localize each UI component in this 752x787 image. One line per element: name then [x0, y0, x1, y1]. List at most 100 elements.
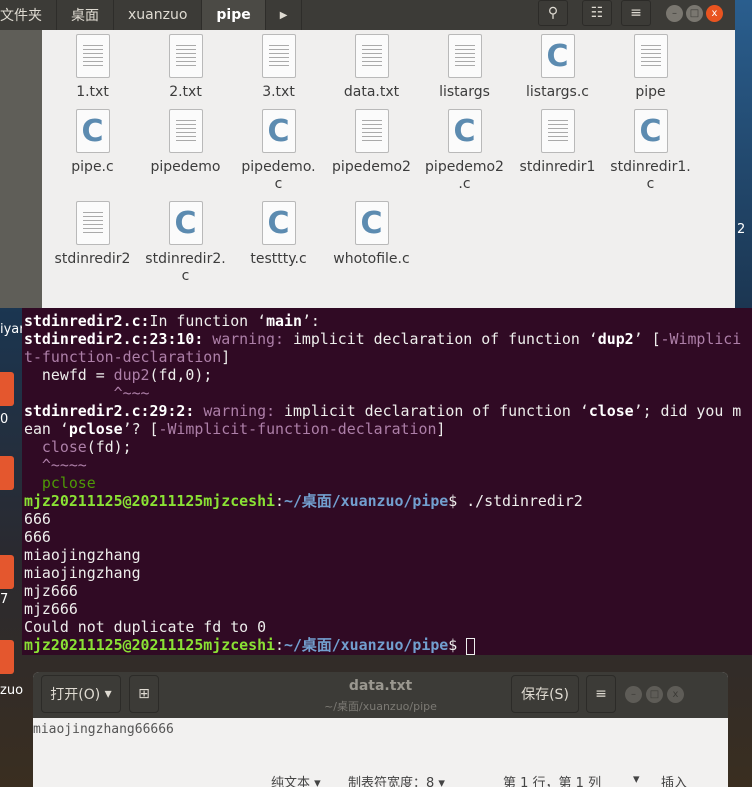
file-item[interactable]: stdinredir1. c — [604, 109, 697, 193]
file-item[interactable]: pipedemo — [139, 109, 232, 193]
terminal-line: mjz20211125@20211125mjzceshi:~/桌面/xuanzu… — [24, 492, 752, 510]
terminal-text: ] — [221, 348, 231, 366]
file-item[interactable]: pipe.c — [46, 109, 139, 193]
terminal-text: ~/桌面/xuanzuo/pipe — [284, 492, 449, 510]
breadcrumb-forward-arrow-icon[interactable]: ▶ — [266, 0, 303, 30]
desktop-folder-icon[interactable] — [0, 555, 14, 589]
file-name: testtty.c — [250, 251, 307, 267]
file-manager-headerbar: 文件夹 桌面 xuanzuo pipe ▶ ⚲ ☷ ≡ – □ x — [0, 0, 735, 30]
terminal-text: implicit declaration of function ‘ — [292, 330, 598, 348]
file-item[interactable]: pipe — [604, 34, 697, 101]
file-item[interactable]: stdinredir2 — [46, 201, 139, 285]
terminal-line: t-function-declaration] — [24, 348, 752, 366]
file-item[interactable]: pipedemo2 — [325, 109, 418, 193]
file-item[interactable]: 3.txt — [232, 34, 325, 101]
text-file-icon — [75, 34, 110, 78]
file-name: 3.txt — [262, 84, 295, 100]
terminal-text: ] — [436, 420, 446, 438]
menu-icon[interactable]: ≡ — [621, 0, 651, 26]
file-item[interactable]: pipedemo. c — [232, 109, 325, 193]
terminal-text: ’; did you m — [633, 402, 742, 420]
maximize-icon[interactable]: □ — [686, 5, 703, 22]
desktop-folder-icon[interactable] — [0, 640, 14, 674]
terminal-line: 666 — [24, 528, 752, 546]
terminal-line: miaojingzhang — [24, 546, 752, 564]
file-item[interactable]: 1.txt — [46, 34, 139, 101]
search-icon[interactable]: ⚲ — [538, 0, 568, 26]
file-item[interactable]: stdinredir2. c — [139, 201, 232, 285]
terminal-text: implicit declaration of function ‘ — [284, 402, 589, 420]
text-file-icon — [540, 109, 575, 153]
terminal-text: t-function-declaration — [24, 348, 222, 366]
terminal-text: warning: — [203, 402, 284, 420]
terminal-text: In function ‘ — [149, 312, 267, 330]
file-name: pipe.c — [71, 159, 114, 175]
close-icon[interactable]: x — [706, 5, 723, 22]
file-name: stdinredir1. c — [610, 159, 691, 192]
terminal-text: main — [266, 312, 302, 330]
list-view-icon[interactable]: ☷ — [582, 0, 612, 26]
desktop-folder-icon[interactable] — [0, 456, 14, 490]
file-item[interactable]: stdinredir1 — [511, 109, 604, 193]
terminal-line: ean ‘pclose’? [-Wimplicit-function-decla… — [24, 420, 752, 438]
breadcrumb-desktop[interactable]: 桌面 — [57, 0, 114, 30]
terminal-line: mjz666 — [24, 582, 752, 600]
desktop-label: 7 — [0, 592, 9, 607]
minimize-icon[interactable]: – — [625, 686, 642, 703]
terminal-line: Could not duplicate fd to 0 — [24, 618, 752, 636]
terminal-text: stdinredir2.c:29:2: — [24, 402, 204, 420]
close-icon[interactable]: x — [667, 686, 684, 703]
file-item[interactable]: pipedemo2 .c — [418, 109, 511, 193]
gedit-window: 打开(O) ▾ ⊞ data.txt ~/桌面/xuanzuo/pipe 保存(… — [33, 672, 728, 787]
file-name: whotofile.c — [333, 251, 410, 267]
syntax-selector[interactable]: 纯文本 ▾ — [271, 772, 321, 787]
minimize-icon[interactable]: – — [666, 5, 683, 22]
text-file-icon — [168, 109, 203, 153]
save-button[interactable]: 保存(S) — [511, 675, 579, 713]
terminal-text: stdinredir2.c: — [24, 312, 150, 330]
breadcrumb-folder[interactable]: 文件夹 — [0, 0, 57, 30]
file-item[interactable]: testtty.c — [232, 201, 325, 285]
file-item[interactable]: 2.txt — [139, 34, 232, 101]
file-item[interactable]: data.txt — [325, 34, 418, 101]
cursor-position[interactable]: 第 1 行，第 1 列 — [503, 772, 601, 787]
terminal-text: ^~~~ — [24, 384, 150, 402]
desktop-label: 0 — [0, 412, 9, 427]
terminal-text: pclose — [68, 420, 123, 438]
terminal-line: close(fd); — [24, 438, 752, 456]
maximize-icon[interactable]: □ — [646, 686, 663, 703]
c-source-file-icon — [354, 201, 389, 245]
terminal-text: miaojingzhang — [24, 546, 141, 564]
terminal-line: 666 — [24, 510, 752, 528]
terminal-text: $ ./stdinredir2 — [448, 492, 583, 510]
menu-icon[interactable]: ≡ — [586, 675, 616, 713]
file-item[interactable]: whotofile.c — [325, 201, 418, 285]
file-name: listargs — [439, 84, 490, 100]
insert-mode: 插入 — [661, 776, 688, 787]
terminal-text: : — [275, 636, 284, 654]
document-path: ~/桌面/xuanzuo/pipe — [324, 700, 437, 713]
file-name: stdinredir2. c — [145, 251, 226, 284]
terminal-line: newfd = dup2(fd,0); — [24, 366, 752, 384]
breadcrumb-pipe[interactable]: pipe — [202, 0, 266, 30]
breadcrumb-xuanzuo[interactable]: xuanzuo — [114, 0, 203, 30]
file-name: listargs.c — [526, 84, 589, 100]
file-name: 1.txt — [76, 84, 109, 100]
desktop-folder-icon[interactable] — [0, 372, 14, 406]
c-source-file-icon — [447, 109, 482, 153]
terminal-output[interactable]: stdinredir2.c:In function ‘main’: stdinre… — [22, 308, 752, 655]
terminal-text: mjz666 — [24, 600, 78, 618]
terminal-line: pclose — [24, 474, 752, 492]
text-editor-area[interactable]: miaojingzhang66666 — [33, 718, 728, 737]
terminal-text: ’? [ — [122, 420, 159, 438]
file-item[interactable]: listargs — [418, 34, 511, 101]
terminal-text: ’: — [301, 312, 320, 330]
text-file-icon — [75, 201, 110, 245]
file-manager-window: 文件夹 桌面 xuanzuo pipe ▶ ⚲ ☷ ≡ – □ x 1.txt 2… — [0, 0, 735, 308]
tab-width-selector[interactable]: 制表符宽度：8 ▾ — [348, 772, 445, 787]
file-name: stdinredir1 — [519, 159, 596, 175]
position-dropdown-icon[interactable]: ▾ — [633, 772, 640, 787]
file-item[interactable]: listargs.c — [511, 34, 604, 101]
terminal-text: mjz20211125@20211125mjzceshi — [24, 492, 276, 510]
terminal-text: (fd); — [86, 438, 132, 456]
